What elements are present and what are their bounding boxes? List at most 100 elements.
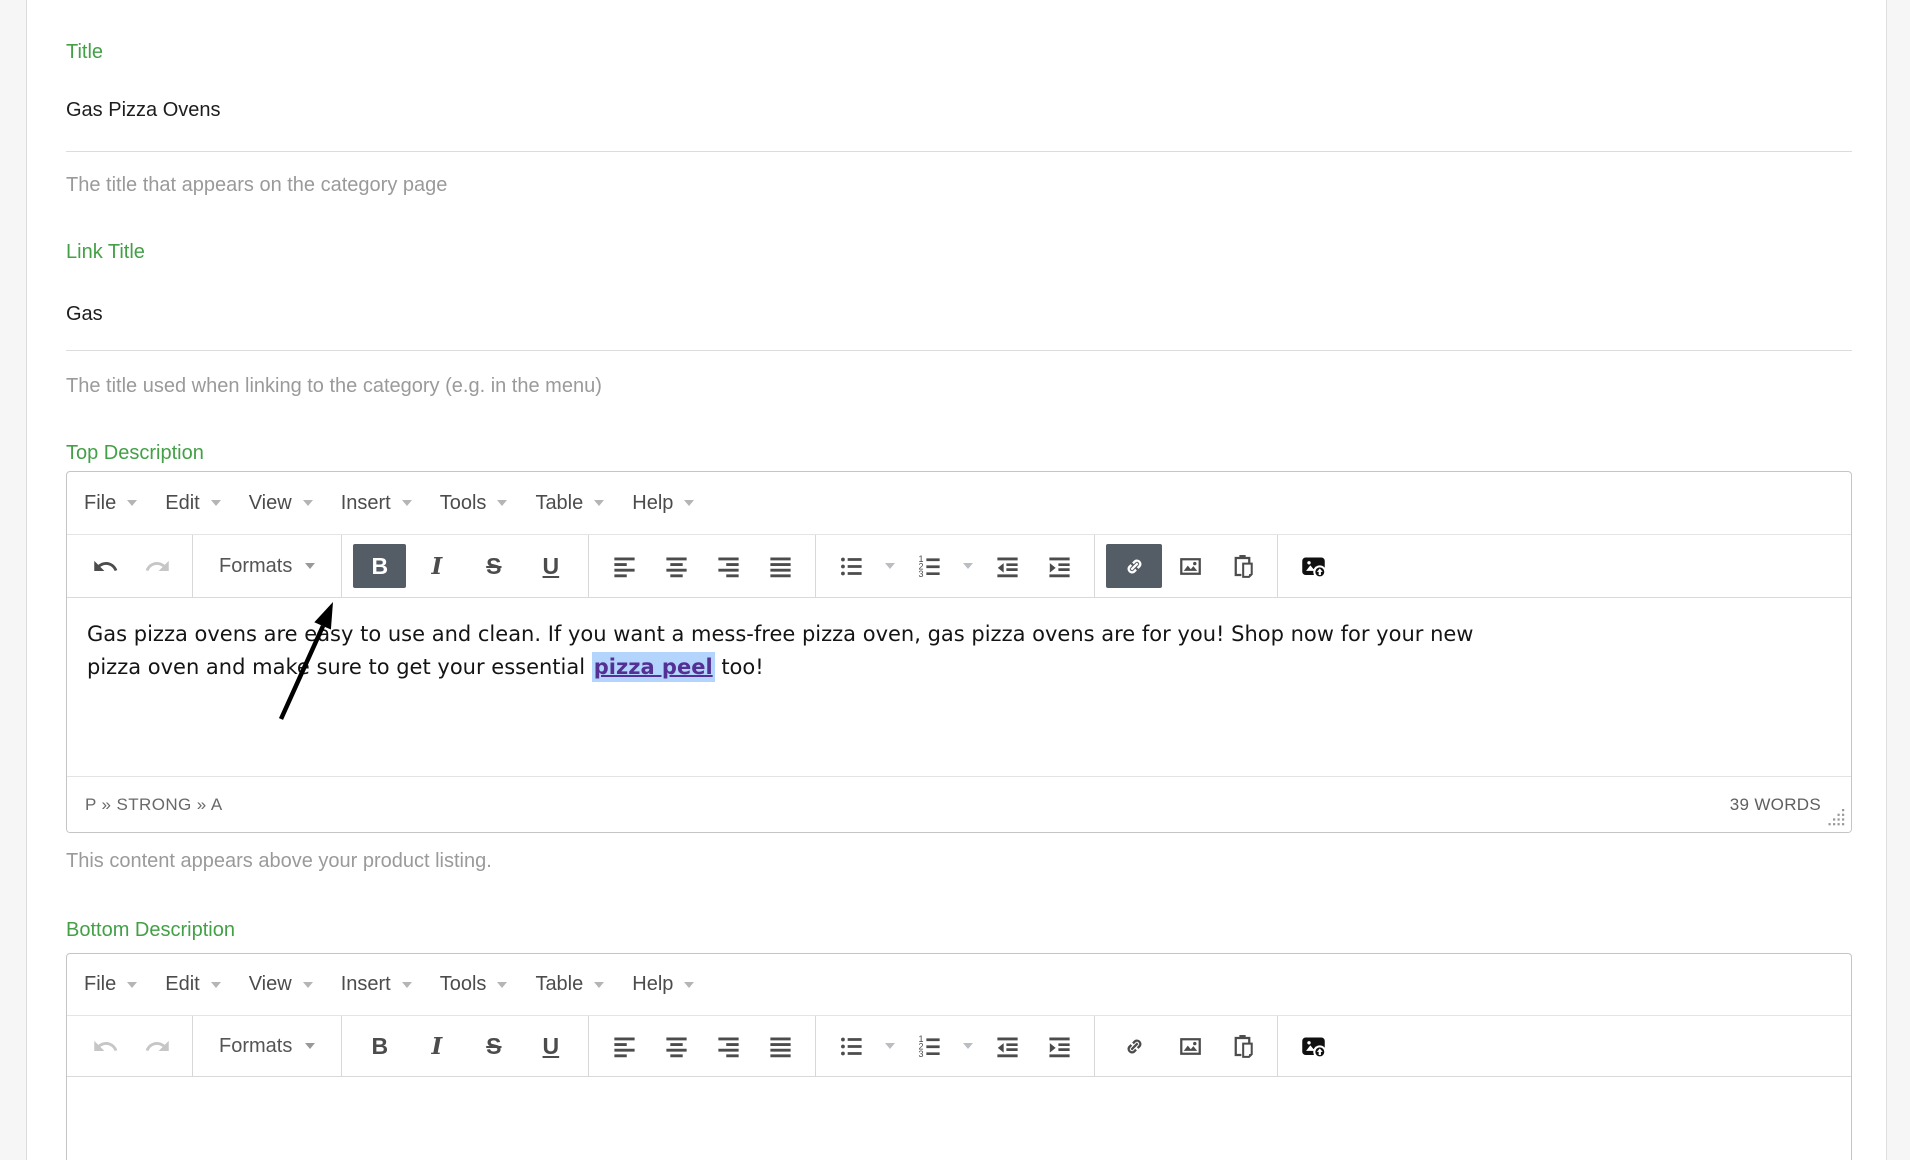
outdent-icon <box>994 553 1021 580</box>
insert-image-button[interactable] <box>1166 544 1214 588</box>
align-left-icon <box>611 553 638 580</box>
chevron-down-icon <box>684 981 695 988</box>
menu-table[interactable]: Table <box>535 973 605 996</box>
pizza-peel-link[interactable]: pizza peel <box>591 652 715 682</box>
align-center-icon <box>663 553 690 580</box>
image-icon <box>1177 1033 1204 1060</box>
align-justify-icon <box>767 1033 794 1060</box>
indent-icon <box>1046 553 1073 580</box>
chevron-down-icon <box>302 981 313 988</box>
link-title-help-text: The title used when linking to the categ… <box>66 375 602 397</box>
formats-dropdown[interactable]: Formats <box>204 544 330 588</box>
bullet-list-dropdown[interactable] <box>879 1024 901 1068</box>
outdent-button[interactable] <box>983 544 1031 588</box>
rich-text-content[interactable] <box>67 1077 1851 1160</box>
menu-file[interactable]: File <box>84 492 138 515</box>
menu-view[interactable]: View <box>249 973 313 996</box>
menu-view[interactable]: View <box>249 492 313 515</box>
align-justify-button[interactable] <box>756 544 804 588</box>
image-icon <box>1177 553 1204 580</box>
italic-button[interactable]: I <box>410 1024 463 1068</box>
indent-button[interactable] <box>1035 1024 1083 1068</box>
top-description-editor: File Edit View Insert Tools Table Help F… <box>66 471 1852 833</box>
menu-help[interactable]: Help <box>632 973 695 996</box>
bullet-list-icon <box>838 1033 865 1060</box>
image-upload-button[interactable] <box>1289 544 1337 588</box>
align-right-button[interactable] <box>704 544 752 588</box>
undo-button[interactable] <box>81 544 129 588</box>
menu-edit[interactable]: Edit <box>165 492 221 515</box>
image-upload-icon <box>1300 1033 1327 1060</box>
chevron-down-icon <box>401 500 412 506</box>
paste-button[interactable] <box>1218 1024 1266 1068</box>
chevron-down-icon <box>302 500 313 506</box>
chevron-down-icon <box>305 563 316 569</box>
chevron-down-icon <box>210 981 221 988</box>
menu-insert[interactable]: Insert <box>341 973 412 996</box>
align-left-button[interactable] <box>600 1024 648 1068</box>
image-upload-button[interactable] <box>1289 1024 1337 1068</box>
toolbar-separator <box>815 535 817 597</box>
menu-file[interactable]: File <box>84 973 138 996</box>
menu-help[interactable]: Help <box>632 492 695 515</box>
title-help-text: The title that appears on the category p… <box>66 174 448 196</box>
insert-image-button[interactable] <box>1166 1024 1214 1068</box>
bullet-list-button[interactable] <box>827 1024 875 1068</box>
paste-button[interactable] <box>1218 544 1266 588</box>
rich-text-content[interactable]: Gas pizza ovens are easy to use and clea… <box>67 598 1851 776</box>
toolbar-separator <box>1094 1016 1096 1076</box>
redo-icon <box>144 553 171 580</box>
numbered-list-dropdown[interactable] <box>957 544 979 588</box>
strikethrough-button[interactable]: S <box>467 544 520 588</box>
redo-button[interactable] <box>133 544 181 588</box>
page-left-gutter <box>0 0 27 1160</box>
numbered-list-button[interactable] <box>905 1024 953 1068</box>
menu-edit[interactable]: Edit <box>165 973 221 996</box>
link-title-field-label: Link Title <box>66 241 145 263</box>
chevron-down-icon <box>594 500 605 506</box>
formats-dropdown[interactable]: Formats <box>204 1024 330 1068</box>
element-path[interactable]: P » STRONG » A <box>85 795 223 815</box>
bullet-list-dropdown[interactable] <box>879 544 901 588</box>
italic-button[interactable]: I <box>410 544 463 588</box>
undo-button[interactable] <box>81 1024 129 1068</box>
editor-menubar: File Edit View Insert Tools Table Help <box>67 472 1851 535</box>
link-button[interactable] <box>1106 544 1163 588</box>
toolbar-separator <box>815 1016 817 1076</box>
undo-icon <box>92 1033 119 1060</box>
bold-button[interactable]: B <box>353 1024 406 1068</box>
strikethrough-button[interactable]: S <box>467 1024 520 1068</box>
underline-button[interactable]: U <box>524 1024 577 1068</box>
toolbar-separator <box>588 535 590 597</box>
link-icon <box>1121 553 1148 580</box>
outdent-button[interactable] <box>983 1024 1031 1068</box>
resize-grip[interactable] <box>1828 809 1846 827</box>
link-icon <box>1121 1033 1148 1060</box>
align-right-icon <box>715 553 742 580</box>
top-description-help-text: This content appears above your product … <box>66 850 492 872</box>
toolbar-separator <box>192 535 193 597</box>
menu-tools[interactable]: Tools <box>440 492 508 515</box>
editor-status-bar: P » STRONG » A 39 WORDS <box>67 776 1851 832</box>
link-button[interactable] <box>1106 1024 1162 1068</box>
chevron-down-icon <box>210 500 221 506</box>
redo-button[interactable] <box>133 1024 181 1068</box>
bullet-list-button[interactable] <box>827 544 875 588</box>
numbered-list-button[interactable] <box>905 544 953 588</box>
align-center-button[interactable] <box>652 544 700 588</box>
align-left-button[interactable] <box>600 544 648 588</box>
numbered-list-dropdown[interactable] <box>957 1024 979 1068</box>
menu-tools[interactable]: Tools <box>440 973 508 996</box>
align-center-button[interactable] <box>652 1024 700 1068</box>
align-justify-button[interactable] <box>756 1024 804 1068</box>
numbered-list-icon <box>916 553 943 580</box>
align-right-button[interactable] <box>704 1024 752 1068</box>
menu-insert[interactable]: Insert <box>341 492 412 515</box>
menu-table[interactable]: Table <box>535 492 605 515</box>
title-input[interactable]: Gas Pizza Ovens <box>66 97 221 123</box>
undo-icon <box>92 553 119 580</box>
underline-button[interactable]: U <box>524 544 577 588</box>
link-title-input[interactable]: Gas <box>66 301 103 327</box>
indent-button[interactable] <box>1035 544 1083 588</box>
bold-button[interactable]: B <box>353 544 407 588</box>
